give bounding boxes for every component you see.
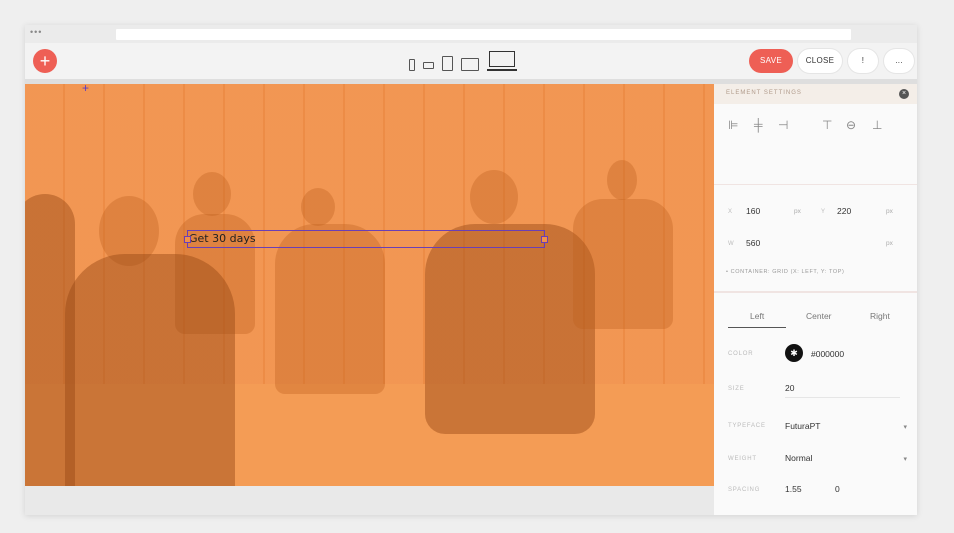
editor-toolbar: + SAVE CLOSE ! ...: [25, 43, 917, 84]
close-icon[interactable]: ×: [899, 89, 909, 99]
tab-center[interactable]: Center: [806, 311, 832, 321]
laptop-icon[interactable]: [487, 51, 517, 71]
y-label: Y: [821, 209, 826, 215]
container-info: • CONTAINER: GRID (X: LEFT, Y: TOP): [726, 269, 845, 275]
weight-select[interactable]: Normal: [785, 453, 812, 463]
person-silhouette: [470, 170, 518, 224]
more-options-button[interactable]: ...: [884, 49, 914, 73]
alignment-section: ⊫ ╪ ⊣ ⊤ ⊖ ⊥: [714, 104, 917, 185]
align-left-icon[interactable]: ⊫: [728, 118, 738, 132]
w-unit: px: [886, 240, 893, 247]
crosshair-icon: +: [82, 84, 90, 95]
weight-label: WEIGHT: [728, 456, 757, 462]
phone-portrait-icon[interactable]: [409, 59, 415, 71]
browser-titlebar: •••: [25, 25, 917, 43]
color-swatch-icon[interactable]: ✱: [785, 344, 803, 362]
tablet-portrait-icon[interactable]: [442, 56, 453, 71]
align-bottom-icon[interactable]: ⊥: [872, 118, 882, 132]
size-field-line: [785, 397, 900, 398]
divider: [714, 291, 917, 293]
resize-handle-left[interactable]: [184, 236, 191, 243]
panel-title: ELEMENT SETTINGS: [726, 90, 802, 96]
add-element-button[interactable]: +: [33, 49, 57, 73]
x-label: X: [728, 209, 733, 215]
panel-header: ELEMENT SETTINGS ×: [714, 84, 917, 104]
color-input[interactable]: #000000: [811, 349, 844, 359]
tablet-landscape-icon[interactable]: [461, 58, 479, 71]
tab-left[interactable]: Left: [750, 311, 764, 321]
phone-landscape-icon[interactable]: [423, 62, 434, 69]
person-silhouette: [607, 160, 637, 200]
window-dots-icon: •••: [30, 27, 43, 37]
size-input[interactable]: 20: [785, 383, 794, 393]
size-label: SIZE: [728, 386, 745, 392]
person-silhouette: [275, 224, 385, 394]
page-canvas[interactable]: + Get 30 days: [25, 84, 714, 486]
spacing-label: SPACING: [728, 487, 761, 493]
chevron-down-icon[interactable]: ▾: [903, 455, 907, 463]
canvas-footer: [25, 486, 714, 515]
align-top-icon[interactable]: ⊤: [822, 118, 832, 132]
device-switcher: [409, 51, 517, 71]
typeface-label: TYPEFACE: [728, 423, 766, 429]
line-spacing-input[interactable]: 1.55: [785, 484, 802, 494]
x-input[interactable]: 160: [746, 206, 760, 216]
typeface-select[interactable]: FuturaPT: [785, 421, 820, 431]
person-silhouette: [301, 188, 335, 226]
person-silhouette: [25, 194, 75, 486]
chevron-down-icon[interactable]: ▾: [903, 423, 907, 431]
close-button[interactable]: CLOSE: [798, 49, 842, 73]
person-silhouette: [573, 199, 673, 329]
tab-right[interactable]: Right: [870, 311, 890, 321]
selected-text-element[interactable]: Get 30 days: [184, 230, 548, 248]
text-element-content[interactable]: Get 30 days: [189, 232, 256, 245]
person-silhouette: [193, 172, 231, 216]
x-unit: px: [794, 208, 801, 215]
y-unit: px: [886, 208, 893, 215]
w-input[interactable]: 560: [746, 238, 760, 248]
save-button[interactable]: SAVE: [749, 49, 793, 73]
color-label: COLOR: [728, 351, 754, 357]
person-silhouette: [425, 224, 595, 434]
y-input[interactable]: 220: [837, 206, 851, 216]
resize-handle-right[interactable]: [541, 236, 548, 243]
person-silhouette: [65, 254, 235, 486]
element-settings-panel: ELEMENT SETTINGS × ⊫ ╪ ⊣ ⊤ ⊖ ⊥ X 160 px …: [714, 84, 917, 515]
align-center-h-icon[interactable]: ╪: [754, 118, 763, 132]
address-bar[interactable]: [116, 29, 851, 40]
align-middle-icon[interactable]: ⊖: [846, 118, 856, 132]
info-button[interactable]: !: [848, 49, 878, 73]
tab-underline: [728, 327, 786, 328]
letter-spacing-input[interactable]: 0: [835, 484, 840, 494]
app-window: ••• + SAVE CLOSE ! ... + Get 30 days ELE…: [25, 25, 917, 515]
align-right-icon[interactable]: ⊣: [778, 118, 788, 132]
w-label: W: [728, 241, 735, 247]
